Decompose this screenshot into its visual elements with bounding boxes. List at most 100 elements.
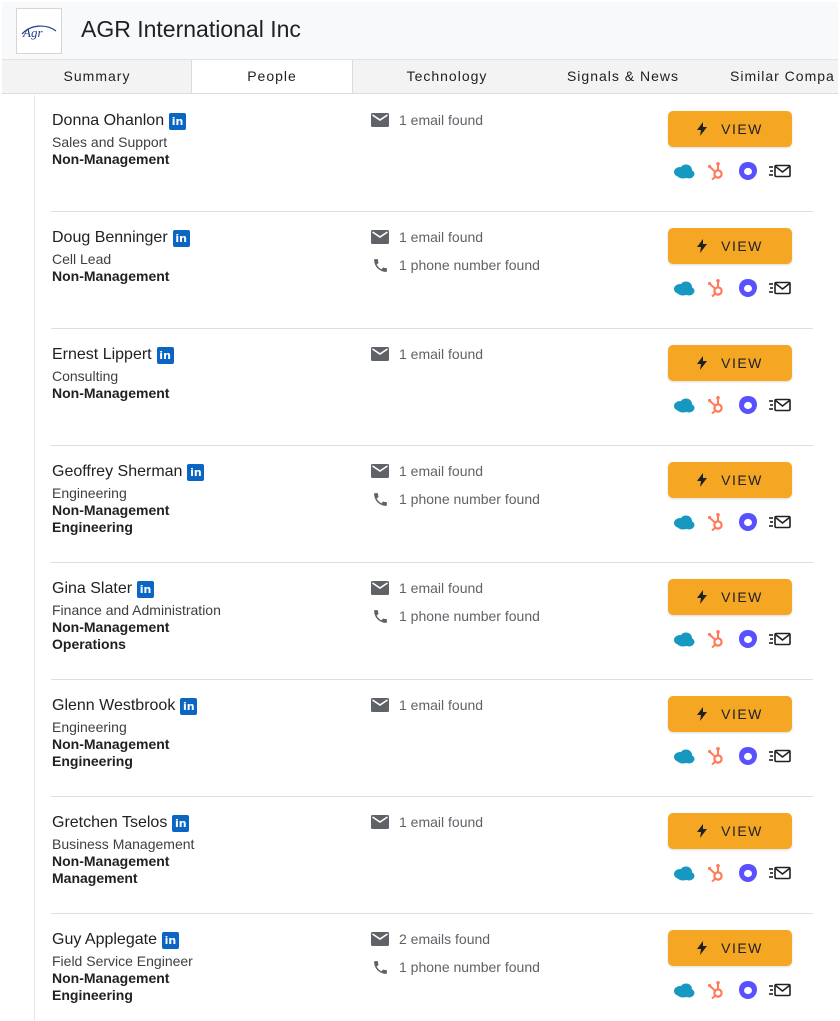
linkedin-icon[interactable]: in: [172, 814, 190, 832]
view-button-label: VIEW: [721, 589, 763, 605]
hubspot-icon[interactable]: [705, 160, 727, 182]
view-button[interactable]: VIEW: [668, 228, 792, 264]
person-name[interactable]: Ernest Lippert: [52, 346, 152, 364]
phone-count-text: 1 phone number found: [399, 608, 540, 624]
outreach-icon[interactable]: [737, 511, 759, 533]
outreach-icon[interactable]: [737, 862, 759, 884]
email-icon: [370, 344, 390, 364]
person-name-row: Ernest Lippert in: [52, 346, 174, 364]
view-button[interactable]: VIEW: [668, 930, 792, 966]
email-found: 1 email found: [370, 227, 483, 247]
salesloft-icon[interactable]: [769, 745, 791, 767]
person-department: Cell Lead: [52, 251, 112, 267]
people-list: Donna Ohanlon in Sales and Support Non-M…: [34, 95, 838, 1021]
salesloft-icon[interactable]: [769, 277, 791, 299]
view-button[interactable]: VIEW: [668, 345, 792, 381]
salesforce-icon[interactable]: [673, 862, 695, 884]
person-name[interactable]: Guy Applegate: [52, 931, 157, 949]
hubspot-icon[interactable]: [705, 511, 727, 533]
tab-people[interactable]: People: [191, 60, 353, 93]
linkedin-icon[interactable]: in: [187, 463, 205, 481]
salesloft-icon[interactable]: [769, 979, 791, 1001]
salesforce-icon[interactable]: [673, 979, 695, 1001]
salesforce-icon[interactable]: [673, 394, 695, 416]
email-count-text: 1 email found: [399, 580, 484, 596]
crm-integrations: [673, 862, 791, 884]
phone-icon: [370, 255, 390, 275]
phone-icon: [370, 957, 390, 977]
view-button[interactable]: VIEW: [668, 111, 792, 147]
outreach-icon[interactable]: [737, 277, 759, 299]
crm-integrations: [673, 745, 791, 767]
person-level: Non-Management: [52, 268, 170, 284]
phone-found: 1 phone number found: [370, 489, 540, 509]
salesforce-icon[interactable]: [673, 277, 695, 299]
email-icon: [370, 929, 390, 949]
salesforce-icon[interactable]: [673, 745, 695, 767]
email-icon: [370, 461, 390, 481]
person-department: Engineering: [52, 485, 127, 501]
email-found: 1 email found: [370, 812, 483, 832]
person-name[interactable]: Doug Benninger: [52, 229, 168, 247]
person-name[interactable]: Donna Ohanlon: [52, 112, 164, 130]
salesloft-icon[interactable]: [769, 628, 791, 650]
outreach-icon[interactable]: [737, 979, 759, 1001]
hubspot-icon[interactable]: [705, 745, 727, 767]
person-name-row: Glenn Westbrook in: [52, 697, 198, 715]
person-name-row: Gretchen Tselos in: [52, 814, 190, 832]
salesforce-icon[interactable]: [673, 511, 695, 533]
linkedin-icon[interactable]: in: [161, 931, 179, 949]
crm-integrations: [673, 277, 791, 299]
company-name: AGR International Inc: [81, 16, 301, 42]
linkedin-icon[interactable]: in: [172, 229, 190, 247]
outreach-icon[interactable]: [737, 745, 759, 767]
email-icon: [370, 110, 390, 130]
hubspot-icon[interactable]: [705, 979, 727, 1001]
linkedin-icon[interactable]: in: [156, 346, 174, 364]
salesloft-icon[interactable]: [769, 511, 791, 533]
view-button[interactable]: VIEW: [668, 462, 792, 498]
outreach-icon[interactable]: [737, 394, 759, 416]
linkedin-icon[interactable]: in: [137, 580, 155, 598]
email-found: 1 email found: [370, 344, 483, 364]
view-button[interactable]: VIEW: [668, 579, 792, 615]
person-level: Non-Management: [52, 502, 170, 518]
tab-signals-news[interactable]: Signals & News: [542, 60, 704, 93]
outreach-icon[interactable]: [737, 160, 759, 182]
hubspot-icon[interactable]: [705, 394, 727, 416]
outreach-icon[interactable]: [737, 628, 759, 650]
salesloft-icon[interactable]: [769, 394, 791, 416]
tab-similar-companies[interactable]: Similar Compa: [714, 60, 838, 93]
hubspot-icon[interactable]: [705, 277, 727, 299]
person-level: Non-Management: [52, 853, 170, 869]
tab-technology[interactable]: Technology: [354, 60, 540, 93]
person-name-row: Doug Benninger in: [52, 229, 190, 247]
linkedin-icon[interactable]: in: [180, 697, 198, 715]
linkedin-icon[interactable]: in: [169, 112, 187, 130]
person-name[interactable]: Glenn Westbrook: [52, 697, 175, 715]
person-name[interactable]: Geoffrey Sherman: [52, 463, 182, 481]
phone-found: 1 phone number found: [370, 255, 540, 275]
bolt-icon: [697, 707, 708, 721]
view-button[interactable]: VIEW: [668, 696, 792, 732]
crm-integrations: [673, 628, 791, 650]
phone-count-text: 1 phone number found: [399, 491, 540, 507]
tab-summary[interactable]: Summary: [2, 60, 192, 93]
salesloft-icon[interactable]: [769, 862, 791, 884]
person-function: Management: [52, 870, 138, 886]
person-name-row: Donna Ohanlon in: [52, 112, 187, 130]
person-level: Non-Management: [52, 970, 170, 986]
view-button[interactable]: VIEW: [668, 813, 792, 849]
hubspot-icon[interactable]: [705, 862, 727, 884]
person-name[interactable]: Gina Slater: [52, 580, 132, 598]
person-function: Engineering: [52, 987, 133, 1003]
salesforce-icon[interactable]: [673, 628, 695, 650]
hubspot-icon[interactable]: [705, 628, 727, 650]
crm-integrations: [673, 160, 791, 182]
email-count-text: 1 email found: [399, 463, 484, 479]
salesforce-icon[interactable]: [673, 160, 695, 182]
person-name[interactable]: Gretchen Tselos: [52, 814, 167, 832]
person-row: Doug Benninger in Cell Lead Non-Manageme…: [35, 212, 813, 329]
salesloft-icon[interactable]: [769, 160, 791, 182]
email-found: 2 emails found: [370, 929, 490, 949]
